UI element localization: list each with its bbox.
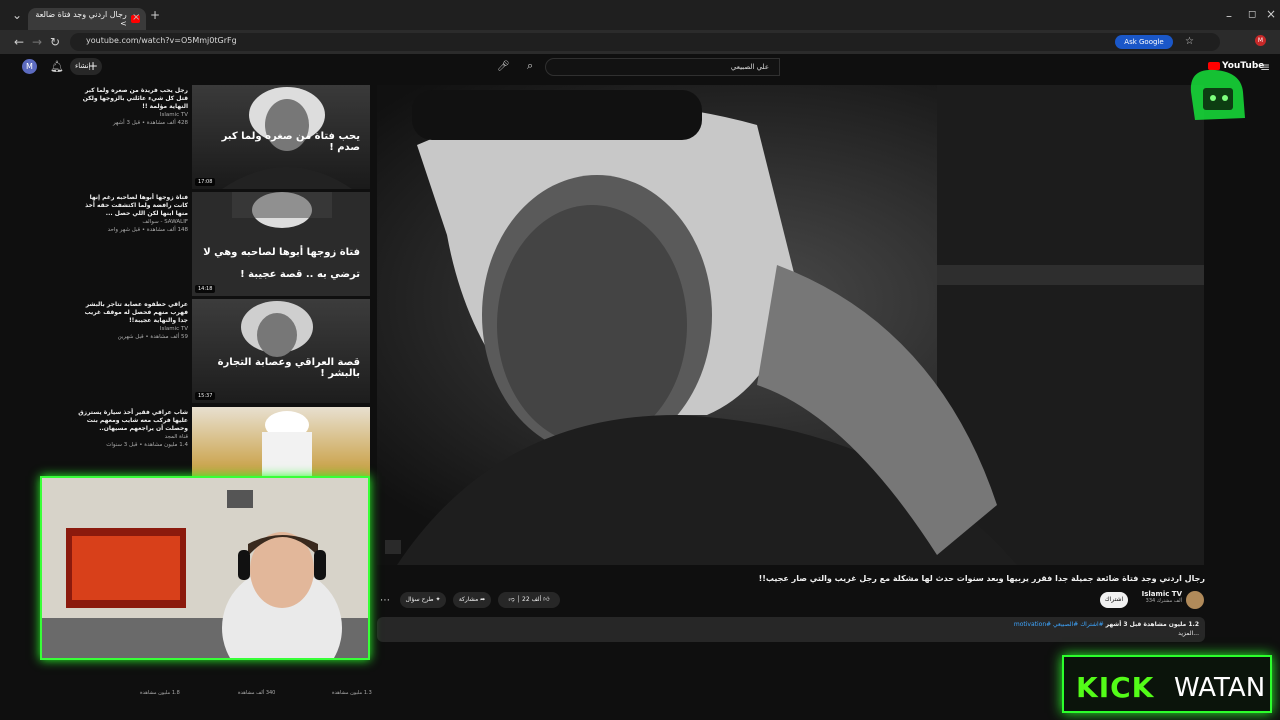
- video-stats: 148 ألف مشاهدة • قبل شهر واحد: [107, 227, 188, 233]
- video-title-small[interactable]: عراقي خطفوه عصابة تتاجر بالبشر فهرب منهم…: [78, 301, 188, 325]
- url-text: youtube.com/watch?v=O5Mmj0tGrFg: [86, 36, 237, 45]
- video-stats: 340 ألف مشاهدة: [238, 690, 276, 696]
- watan-label: WATAN: [1174, 673, 1266, 703]
- share-label: مشاركة: [458, 596, 479, 603]
- minimize-icon[interactable]: –: [1226, 9, 1232, 23]
- video-thumbnail[interactable]: يحب فتاة من صغره ولما كبر صدم ! 17:08: [192, 85, 370, 189]
- video-thumbnail[interactable]: قصة العراقي وعصابة التجارة بالبشر ! 15:3…: [192, 299, 370, 403]
- url-field[interactable]: youtube.com/watch?v=O5Mmj0tGrFg Ask Goog…: [70, 33, 1220, 51]
- new-tab-icon[interactable]: +: [150, 8, 160, 22]
- video-meta: رجل يحب فريدة من صغره ولما كبر قتل كل شي…: [78, 87, 188, 127]
- list-item[interactable]: شاب عراقي فقير أخذ سيارة يسترزق عليها فر…: [78, 407, 370, 477]
- description-box[interactable]: 1.2 مليون مشاهدة قبل 3 أشهر #اشتراك #الص…: [377, 617, 1205, 642]
- channel-name-small[interactable]: Islamic TV: [78, 111, 188, 119]
- thumbnail-image: [241, 301, 313, 357]
- close-tab-icon[interactable]: ×: [132, 12, 140, 23]
- forward-icon[interactable]: →: [32, 35, 42, 49]
- thumbnail-caption: قصة العراقي وعصابة التجارة بالبشر !: [217, 357, 360, 379]
- reload-icon[interactable]: ↻: [50, 35, 60, 49]
- maximize-icon[interactable]: ◻: [1248, 8, 1256, 22]
- profile-avatar-icon[interactable]: M: [1255, 35, 1266, 46]
- list-item[interactable]: فتاة زوجها أبوها لصاحبه وهي لا ترضي به .…: [80, 192, 370, 296]
- dislike-icon[interactable]: 👎︎: [509, 596, 515, 603]
- tab-title: رجال اردني وجد فتاة ضالعة >: [35, 10, 127, 28]
- tab-list-icon[interactable]: ⌄: [12, 8, 22, 22]
- video-frame: [377, 85, 1204, 565]
- more-actions-icon[interactable]: ⋯: [380, 594, 390, 608]
- subscribe-button[interactable]: اشتراك: [1100, 592, 1128, 608]
- video-stats: 1.8 مليون مشاهدة: [140, 690, 180, 696]
- duration-badge: 15:37: [195, 392, 216, 400]
- avatar[interactable]: M: [22, 59, 37, 74]
- mic-icon[interactable]: 🎤︎: [497, 60, 510, 74]
- thumbnail-caption: فتاة زوجها أبوها لصاحبه وهي لا ترضي به .…: [203, 247, 360, 280]
- video-title-small[interactable]: شاب عراقي فقير أخذ سيارة يسترزق عليها فر…: [78, 409, 188, 433]
- browser-tab-bar: ⌄ رجال اردني وجد فتاة ضالعة > × + – ◻ ×: [0, 0, 1280, 30]
- video-title: رجال اردني وجد فتاة ضائعة جميلة جدا فقرر…: [758, 574, 1205, 583]
- thumbnail-image: [262, 411, 312, 477]
- webcam-image: [42, 478, 368, 658]
- channel-name-small[interactable]: SAWALIF - سوالف: [78, 218, 188, 226]
- list-item[interactable]: قصة العراقي وعصابة التجارة بالبشر ! 15:3…: [80, 299, 370, 403]
- like-icon[interactable]: 👍︎: [543, 596, 549, 603]
- duration-badge: 17:08: [195, 178, 216, 186]
- streamer-logo-icon: [1190, 69, 1245, 120]
- menu-icon[interactable]: ≡: [1260, 60, 1270, 74]
- channel-info[interactable]: Islamic TV 334 ألف مشترك: [1130, 590, 1182, 604]
- like-dislike-button[interactable]: 👎︎ │ 22 ألف 👍︎: [498, 592, 560, 608]
- youtube-header: M 🔔︎ إنشاء + 🎤︎ ⌕ × علي الصبيعي YouTube …: [0, 54, 1280, 80]
- video-stats: 1.4 مليون مشاهدة • قبل 3 سنوات: [106, 442, 188, 448]
- thumbnail-caption: يحب فتاة من صغره ولما كبر صدم !: [221, 131, 360, 153]
- video-meta: عراقي خطفوه عصابة تتاجر بالبشر فهرب منهم…: [78, 301, 188, 341]
- bookmark-star-icon[interactable]: ☆: [1185, 35, 1194, 49]
- like-count: 22 ألف: [522, 596, 542, 603]
- close-window-icon[interactable]: ×: [1266, 7, 1276, 21]
- desc-more-link[interactable]: ...المزيد: [383, 629, 1199, 638]
- webcam-overlay: [40, 476, 370, 660]
- video-stats: 428 ألف مشاهدة • قبل 3 أشهر: [112, 120, 188, 126]
- kick-watan-overlay: KICK WATAN: [1062, 655, 1272, 713]
- ask-google-button[interactable]: Ask Google: [1115, 35, 1173, 49]
- search-icon[interactable]: ⌕: [527, 59, 533, 73]
- kick-label: KICK: [1076, 671, 1155, 704]
- list-item[interactable]: يحب فتاة من صغره ولما كبر صدم ! 17:08 رج…: [80, 85, 370, 189]
- notifications-icon[interactable]: 🔔︎: [50, 60, 64, 74]
- video-thumbnail[interactable]: [192, 407, 370, 477]
- video-meta: فتاة زوجها أبوها لصاحبه رغم إنها كانت را…: [78, 194, 188, 234]
- video-stats: 1.3 مليون مشاهدة: [332, 690, 372, 696]
- duration-badge: 14:18: [195, 285, 216, 293]
- back-icon[interactable]: ←: [14, 35, 24, 49]
- desc-tags[interactable]: #اشتراك #الصبيعي #motivation: [1014, 621, 1104, 628]
- video-thumbnail[interactable]: فتاة زوجها أبوها لصاحبه وهي لا ترضي به .…: [192, 192, 370, 296]
- video-title-small[interactable]: رجل يحب فريدة من صغره ولما كبر قتل كل شي…: [78, 87, 188, 111]
- video-meta: شاب عراقي فقير أخذ سيارة يسترزق عليها فر…: [78, 409, 188, 449]
- ask-button[interactable]: طرح سؤال ✦: [400, 592, 446, 608]
- channel-avatar[interactable]: [1186, 591, 1204, 609]
- address-bar: ← → ↻ youtube.com/watch?v=O5Mmj0tGrFg As…: [0, 30, 1280, 54]
- channel-name-small[interactable]: قناة المجد: [78, 433, 188, 441]
- plus-icon: +: [87, 59, 98, 73]
- video-title-small[interactable]: فتاة زوجها أبوها لصاحبه رغم إنها كانت را…: [78, 194, 188, 218]
- video-stats: 59 ألف مشاهدة • قبل شهرين: [117, 334, 188, 340]
- tab-active[interactable]: رجال اردني وجد فتاة ضالعة > ×: [28, 8, 146, 30]
- share-button[interactable]: مشاركة ➦: [453, 592, 491, 608]
- create-button[interactable]: إنشاء +: [70, 58, 102, 75]
- ask-label: طرح سؤال: [405, 596, 434, 603]
- desc-stats: 1.2 مليون مشاهدة قبل 3 أشهر: [1105, 621, 1199, 628]
- video-player[interactable]: [377, 85, 1204, 565]
- search-input[interactable]: علي الصبيعي: [545, 58, 780, 76]
- channel-name-small[interactable]: Islamic TV: [78, 325, 188, 333]
- channel-name[interactable]: Islamic TV: [1130, 590, 1182, 598]
- subscriber-count: 334 ألف مشترك: [1145, 598, 1182, 604]
